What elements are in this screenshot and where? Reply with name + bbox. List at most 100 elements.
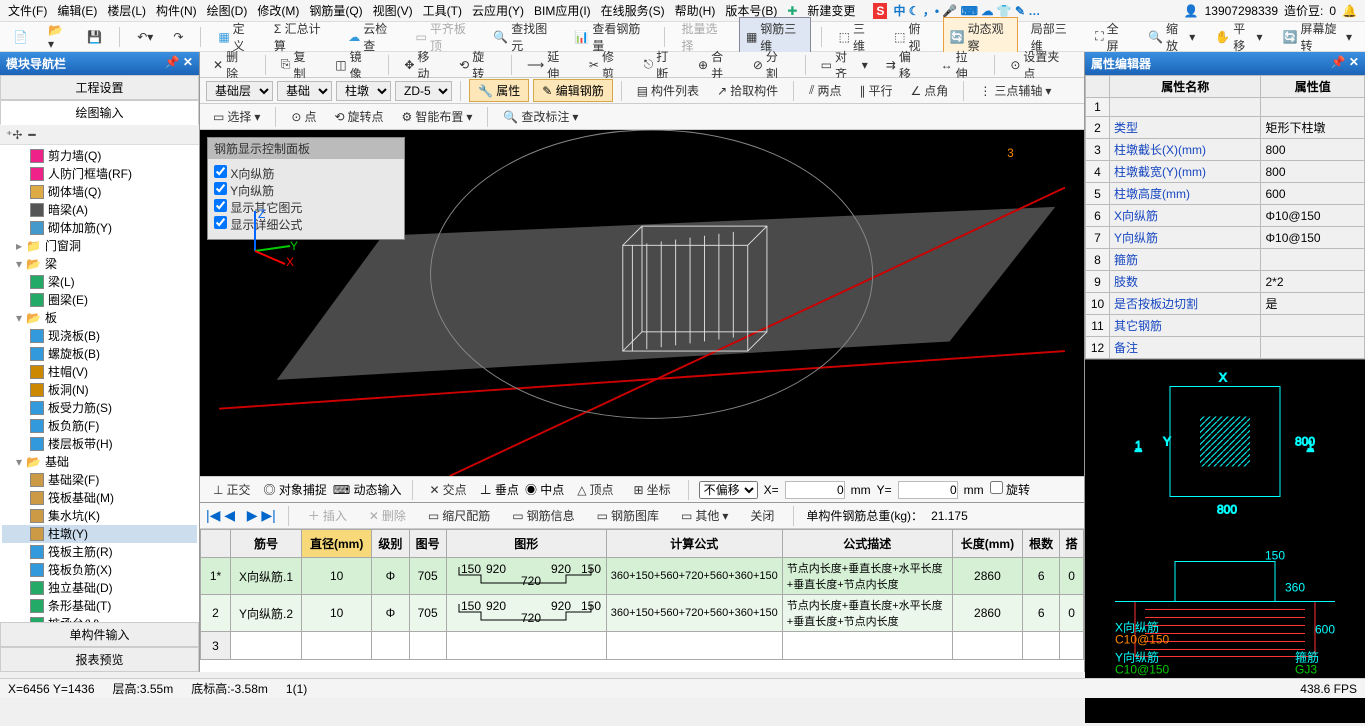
tree-item[interactable]: 基础梁(F): [2, 471, 197, 489]
grid-scale-button[interactable]: ▭ 缩尺配筋: [421, 504, 497, 527]
redo-icon[interactable]: ↷: [166, 27, 190, 47]
floor-select[interactable]: 基础层: [206, 81, 273, 101]
parallel-button[interactable]: ∥ 平行: [853, 79, 900, 102]
coord-button[interactable]: ⊞ 坐标: [627, 478, 678, 501]
tree-item[interactable]: 筏板主筋(R): [2, 543, 197, 561]
x-input[interactable]: [785, 481, 845, 499]
chk-y-bar[interactable]: [214, 182, 227, 195]
table-row[interactable]: 1*X向纵筋.110Φ705150920720920150360+150+560…: [201, 558, 1084, 595]
tree-item[interactable]: 筏板基础(M): [2, 489, 197, 507]
new-icon[interactable]: 📄: [6, 27, 35, 47]
property-row[interactable]: 6X向纵筋Φ10@150: [1086, 205, 1365, 227]
id-select[interactable]: ZD-5: [395, 81, 452, 101]
grid-other-button[interactable]: ▭ 其他▾: [674, 504, 735, 527]
tab-project-settings[interactable]: 工程设置: [0, 75, 199, 100]
tree-item[interactable]: 砌体墙(Q): [2, 183, 197, 201]
property-row[interactable]: 3柱墩截长(X)(mm)800: [1086, 139, 1365, 161]
perp-button[interactable]: ⊥ 垂点: [480, 481, 519, 498]
osnap-button[interactable]: ◎ 对象捕捉: [263, 481, 326, 498]
tree-item[interactable]: 板负筋(F): [2, 417, 197, 435]
rotpoint-button[interactable]: ⟲ 旋转点: [327, 105, 390, 128]
tree-item[interactable]: 集水坑(K): [2, 507, 197, 525]
tree-item[interactable]: ▾📂梁: [2, 255, 197, 273]
screen-rotate-button[interactable]: 🔄 屏幕旋转▾: [1276, 17, 1359, 57]
property-row[interactable]: 2类型矩形下柱墩: [1086, 117, 1365, 139]
open-icon[interactable]: 📂▾: [41, 20, 74, 54]
type-select[interactable]: 柱墩: [336, 81, 391, 101]
tree-item[interactable]: 桩承台(V): [2, 615, 197, 622]
menu-file[interactable]: 文件(F): [4, 0, 51, 21]
table-row[interactable]: 3: [201, 632, 1084, 660]
tree-item[interactable]: ▾📂基础: [2, 453, 197, 471]
point-button[interactable]: ⊙ 点: [284, 105, 323, 128]
grid-lib-button[interactable]: ▭ 钢筋图库: [590, 504, 666, 527]
point-angle-button[interactable]: ∠ 点角: [904, 79, 956, 102]
property-row[interactable]: 5柱墩高度(mm)600: [1086, 183, 1365, 205]
grid-delete-button[interactable]: ✕ 删除: [362, 504, 413, 527]
3d-viewport[interactable]: 3 钢筋显示控制面板 X向纵筋 Y向纵筋 显示其它图元 显示详细公式 Z Y X: [200, 130, 1084, 476]
chk-other[interactable]: [214, 199, 227, 212]
smart-layout-button[interactable]: ⚙ 智能布置▾: [395, 105, 480, 128]
tree-item[interactable]: 独立基础(D): [2, 579, 197, 597]
save-icon[interactable]: 💾: [80, 27, 109, 47]
tree-item[interactable]: 楼层板带(H): [2, 435, 197, 453]
attributes-button[interactable]: 🔧 属性: [469, 79, 529, 102]
offset-select[interactable]: 不偏移: [699, 481, 758, 499]
edit-rebar-button[interactable]: ✎ 编辑钢筋: [533, 79, 612, 102]
dynin-button[interactable]: ⌨ 动态输入: [333, 481, 402, 498]
inter-button[interactable]: ✕ 交点: [423, 478, 474, 501]
modify-mark-button[interactable]: 🔍 查改标注▾: [496, 105, 585, 128]
property-row[interactable]: 7Y向纵筋Φ10@150: [1086, 227, 1365, 249]
tree-item[interactable]: 柱墩(Y): [2, 525, 197, 543]
property-row[interactable]: 11其它钢筋: [1086, 315, 1365, 337]
property-row[interactable]: 10是否按板边切割是: [1086, 293, 1365, 315]
tree-item[interactable]: 砌体加筋(Y): [2, 219, 197, 237]
fullscreen-button[interactable]: ⛶ 全屏: [1088, 17, 1135, 57]
apex-button[interactable]: △ 顶点: [570, 478, 620, 501]
pan-button[interactable]: ✋ 平移▾: [1208, 17, 1269, 57]
tree-item[interactable]: 螺旋板(B): [2, 345, 197, 363]
menu-floor[interactable]: 楼层(L): [103, 0, 150, 21]
grid-nav[interactable]: |◀ ◀ ▶ ▶|: [206, 507, 276, 524]
chk-x-bar[interactable]: [214, 165, 227, 178]
component-list-button[interactable]: ▤ 构件列表: [630, 79, 706, 102]
property-row[interactable]: 1: [1086, 98, 1365, 117]
undo-icon[interactable]: ↶▾: [130, 27, 160, 47]
mid-button[interactable]: ◉ 中点: [525, 481, 564, 498]
section-view[interactable]: X Y 800 800 1 1 150 360 600: [1085, 359, 1365, 723]
grid-close-button[interactable]: 关闭: [743, 504, 781, 527]
tree-item[interactable]: 筏板负筋(X): [2, 561, 197, 579]
y-input[interactable]: [898, 481, 958, 499]
three-aux-button[interactable]: ⋮ 三点辅轴▾: [972, 79, 1058, 102]
category-select[interactable]: 基础: [277, 81, 332, 101]
tree-item[interactable]: 人防门框墙(RF): [2, 165, 197, 183]
select-button[interactable]: ▭ 选择▾: [206, 105, 267, 128]
rebar-grid[interactable]: 筋号 直径(mm) 级别 图号 图形 计算公式 公式描述 长度(mm) 根数 搭…: [200, 529, 1084, 660]
rebar-display-panel[interactable]: 钢筋显示控制面板 X向纵筋 Y向纵筋 显示其它图元 显示详细公式: [207, 137, 405, 240]
collapse-icon[interactable]: ━: [28, 128, 35, 142]
menu-edit[interactable]: 编辑(E): [53, 0, 101, 21]
property-row[interactable]: 4柱墩截宽(Y)(mm)800: [1086, 161, 1365, 183]
tab-single-component[interactable]: 单构件输入: [0, 622, 199, 647]
tree-item[interactable]: 暗梁(A): [2, 201, 197, 219]
table-row[interactable]: 2Y向纵筋.210Φ705150920720920150360+150+560+…: [201, 595, 1084, 632]
tree-item[interactable]: 圈梁(E): [2, 291, 197, 309]
chk-formula[interactable]: [214, 216, 227, 229]
tree-item[interactable]: ▸📁门窗洞: [2, 237, 197, 255]
pin-icon[interactable]: 📌 ✕: [165, 55, 193, 72]
tree-item[interactable]: 现浇板(B): [2, 327, 197, 345]
tree-item[interactable]: 板受力筋(S): [2, 399, 197, 417]
bell-icon[interactable]: 🔔: [1342, 4, 1357, 18]
property-row[interactable]: 8箍筋: [1086, 249, 1365, 271]
tab-draw-input[interactable]: 绘图输入: [0, 100, 199, 125]
ortho-button[interactable]: ⊥ 正交: [206, 478, 257, 501]
property-row[interactable]: 12备注: [1086, 337, 1365, 359]
tree-item[interactable]: 梁(L): [2, 273, 197, 291]
zoom-button[interactable]: 🔍 缩放▾: [1141, 17, 1202, 57]
property-row[interactable]: 9肢数2*2: [1086, 271, 1365, 293]
pick-component-button[interactable]: ↗ 拾取构件: [710, 79, 785, 102]
tab-report-preview[interactable]: 报表预览: [0, 647, 199, 672]
tree-item[interactable]: 板洞(N): [2, 381, 197, 399]
component-tree[interactable]: 剪力墙(Q)人防门框墙(RF)砌体墙(Q)暗梁(A)砌体加筋(Y)▸📁门窗洞▾📂…: [0, 145, 199, 622]
menu-component[interactable]: 构件(N): [152, 0, 201, 21]
